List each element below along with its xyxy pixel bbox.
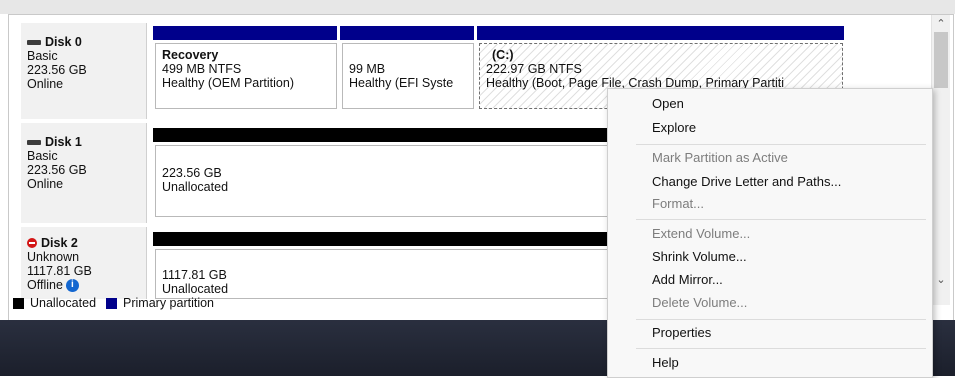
disk-size: 223.56 GB [27, 163, 87, 177]
scroll-up-arrow-icon[interactable]: ⌃ [932, 17, 950, 30]
legend-unallocated-label: Unallocated [30, 296, 97, 310]
menu-separator [636, 348, 926, 349]
partition-size: 499 MB NTFS [162, 62, 242, 76]
disk-0-label[interactable]: Disk 0 Basic 223.56 GB Online [21, 23, 147, 119]
disk-size: 1117.81 GB [27, 264, 92, 278]
disk-size: 223.56 GB [27, 63, 87, 77]
disk-name: Disk 1 [45, 135, 82, 149]
partition-efi[interactable]: 99 MB Healthy (EFI Syste [342, 43, 474, 109]
partition-recovery[interactable]: Recovery 499 MB NTFS Healthy (OEM Partit… [155, 43, 337, 109]
menu-item-help[interactable]: Help [652, 352, 679, 374]
disk-status: Online [27, 177, 64, 191]
legend-primary-swatch [106, 297, 118, 309]
menu-item-mark-active: Mark Partition as Active [652, 150, 788, 165]
vertical-scrollbar[interactable]: ⌃ ⌄ [931, 15, 950, 305]
partition-bar-c [477, 26, 844, 40]
info-icon[interactable]: i [65, 278, 79, 292]
partition-size: 222.97 GB NTFS [486, 62, 582, 76]
disk-icon [27, 139, 41, 145]
disk-offline-icon [27, 238, 37, 248]
disk-status: Offline [27, 278, 63, 292]
partition-bar-recovery [153, 26, 337, 40]
legend-unallocated-swatch [13, 297, 24, 309]
menu-separator [636, 144, 926, 145]
scroll-down-arrow-icon[interactable]: ⌄ [932, 273, 950, 286]
partition-status: Healthy (EFI Syste [349, 76, 454, 90]
menu-separator [636, 219, 926, 220]
disk-icon [27, 39, 41, 45]
menu-item-shrink[interactable]: Shrink Volume... [652, 246, 747, 268]
menu-item-open[interactable]: Open [652, 93, 684, 115]
legend: Unallocated Primary partition [13, 296, 214, 310]
menu-separator [636, 319, 926, 320]
scroll-thumb[interactable] [934, 32, 948, 88]
partition-status: Healthy (OEM Partition) [162, 76, 294, 90]
menu-item-format: Format... [652, 196, 705, 211]
disk-status: Online [27, 77, 64, 91]
disk-type: Basic [27, 49, 58, 63]
menu-item-properties[interactable]: Properties [652, 322, 711, 344]
menu-item-add-mirror[interactable]: Add Mirror... [652, 269, 723, 291]
disk-name: Disk 0 [45, 35, 82, 49]
window-top-edge [0, 0, 955, 14]
disk-1-label[interactable]: Disk 1 Basic 223.56 GB Online [21, 123, 147, 223]
disk-type: Unknown [27, 250, 80, 264]
disk-2-label[interactable]: Disk 2 Unknown 1117.81 GB Offline i [21, 227, 147, 299]
partition-title: Recovery [162, 48, 219, 62]
menu-item-extend: Extend Volume... [652, 226, 751, 241]
menu-item-change-letter[interactable]: Change Drive Letter and Paths... [652, 171, 841, 193]
disk-type: Basic [27, 149, 58, 163]
partition-size: 99 MB [349, 62, 386, 76]
menu-item-explore[interactable]: Explore [652, 117, 696, 139]
partition-title [349, 48, 467, 62]
partition-bar-efi [340, 26, 474, 40]
disk-name: Disk 2 [41, 236, 78, 250]
legend-primary-label: Primary partition [123, 296, 215, 310]
menu-item-delete: Delete Volume... [652, 295, 748, 310]
partition-title: (C:) [492, 48, 514, 62]
context-menu: Open Explore Mark Partition as Active Ch… [607, 88, 933, 378]
